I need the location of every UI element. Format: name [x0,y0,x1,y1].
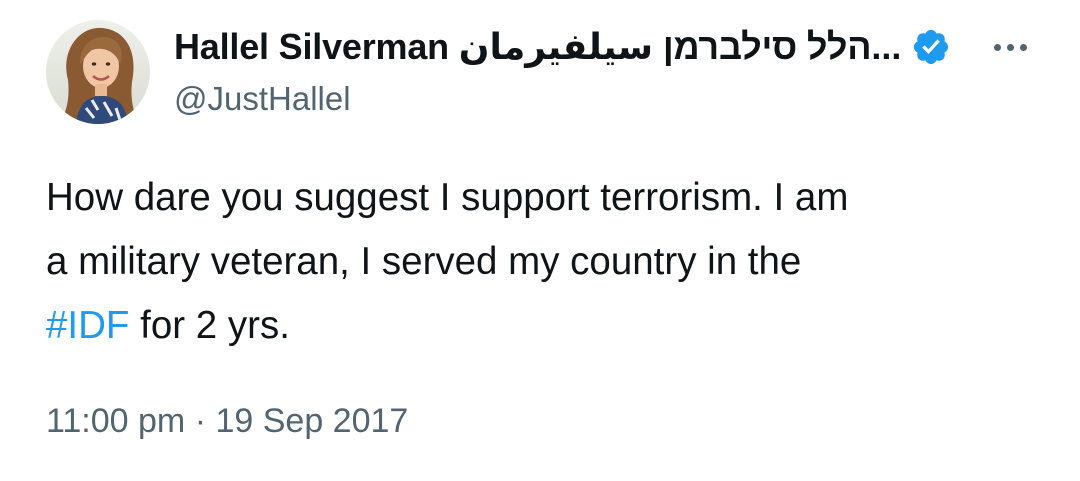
tweet-text: How dare you suggest I support terrorism… [46,166,1046,358]
verified-badge-icon[interactable] [911,27,951,67]
tweet-text-line: #IDF for 2 yrs. [46,294,1046,358]
tweet-text-fragment: for 2 yrs. [129,304,290,347]
tweet-text-line: a military veteran, I served my country … [46,240,802,283]
tweet-time[interactable]: 11:00 pm [46,402,185,440]
tweet-text-line: How dare you suggest I support terrorism… [46,176,849,219]
tweet-card: Hallel Silverman הלל סילברמן سيلفيرمان..… [0,0,1080,481]
avatar-image [46,20,150,124]
author-display-name[interactable]: Hallel Silverman הלל סילברמן سيلفيرمان..… [174,26,902,68]
tweet-date[interactable]: 19 Sep 2017 [215,402,408,440]
more-horizontal-icon [1019,43,1027,51]
more-options-button[interactable] [985,30,1035,64]
avatar[interactable] [46,20,150,124]
author-name-row: Hallel Silverman הלל סילברמן سيلفيرمان..… [174,26,951,68]
hashtag-link[interactable]: #IDF [46,304,129,347]
timestamp-separator: · [185,402,216,440]
author-handle[interactable]: @JustHallel [174,80,351,118]
more-horizontal-icon [1006,43,1014,51]
more-horizontal-icon [993,43,1001,51]
tweet-timestamp: 11:00 pm · 19 Sep 2017 [46,402,408,441]
